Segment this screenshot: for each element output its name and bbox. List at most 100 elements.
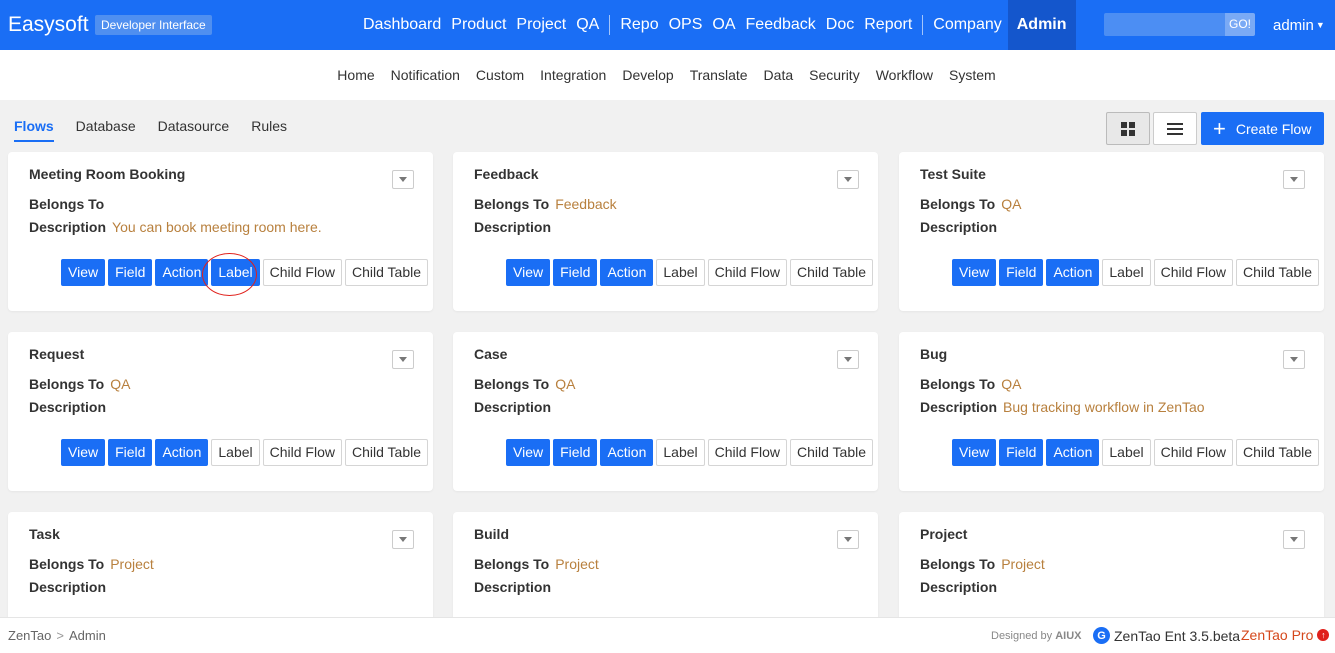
label-button[interactable]: Label: [1102, 439, 1151, 466]
flow-card-menu-button[interactable]: [392, 530, 414, 549]
grid-view-button[interactable]: [1106, 112, 1150, 145]
label-button[interactable]: Label: [1102, 259, 1151, 286]
nav-item-doc[interactable]: Doc: [821, 0, 859, 50]
developer-interface-badge[interactable]: Developer Interface: [95, 15, 212, 35]
child-flow-button[interactable]: Child Flow: [707, 259, 787, 286]
designer-name[interactable]: AIUX: [1055, 630, 1081, 642]
nav-item-company[interactable]: Company: [928, 0, 1006, 50]
child-flow-button[interactable]: Child Flow: [707, 439, 787, 466]
child-table-button[interactable]: Child Table: [790, 259, 874, 286]
subnav-item-notification[interactable]: Notification: [391, 50, 460, 100]
label-button[interactable]: Label: [211, 259, 260, 286]
label-button[interactable]: Label: [656, 259, 705, 286]
zentao-pro-link[interactable]: ZenTao Pro ↑: [1241, 627, 1330, 643]
flow-card-menu-button[interactable]: [392, 170, 414, 189]
view-button[interactable]: View: [506, 259, 551, 286]
child-flow-button[interactable]: Child Flow: [1153, 439, 1233, 466]
version-info[interactable]: G ZenTao Ent 3.5.beta: [1093, 627, 1240, 644]
subnav-item-data[interactable]: Data: [764, 50, 794, 100]
action-button[interactable]: Action: [155, 259, 209, 286]
child-table-button[interactable]: Child Table: [345, 259, 429, 286]
tab-datasource[interactable]: Datasource: [158, 117, 230, 142]
description-row: Description: [474, 579, 557, 595]
nav-item-repo[interactable]: Repo: [615, 0, 663, 50]
nav-item-project[interactable]: Project: [511, 0, 571, 50]
field-button[interactable]: Field: [108, 439, 153, 466]
field-button[interactable]: Field: [553, 439, 598, 466]
field-button[interactable]: Field: [999, 259, 1044, 286]
user-menu[interactable]: admin ▼: [1273, 15, 1325, 36]
tab-rules[interactable]: Rules: [251, 117, 287, 142]
create-flow-button[interactable]: + Create Flow: [1201, 112, 1324, 145]
field-button[interactable]: Field: [999, 439, 1044, 466]
nav-item-dashboard[interactable]: Dashboard: [358, 0, 446, 50]
label-button[interactable]: Label: [656, 439, 705, 466]
flow-card-title[interactable]: Feedback: [474, 166, 539, 182]
username: admin: [1273, 17, 1314, 34]
brand-logo[interactable]: Easysoft: [8, 12, 89, 38]
child-table-button[interactable]: Child Table: [345, 439, 429, 466]
action-button[interactable]: Action: [600, 439, 654, 466]
nav-item-report[interactable]: Report: [859, 0, 917, 50]
belongs-to-label: Belongs To: [29, 556, 105, 572]
flow-card-title[interactable]: Meeting Room Booking: [29, 166, 185, 182]
nav-item-feedback[interactable]: Feedback: [741, 0, 821, 50]
flow-card-title[interactable]: Build: [474, 526, 509, 542]
nav-item-qa[interactable]: QA: [571, 0, 604, 50]
view-button[interactable]: View: [61, 259, 106, 286]
view-button[interactable]: View: [952, 439, 997, 466]
flow-card-title[interactable]: Request: [29, 346, 84, 362]
view-button[interactable]: View: [61, 439, 106, 466]
view-button[interactable]: View: [506, 439, 551, 466]
child-flow-button[interactable]: Child Flow: [262, 259, 342, 286]
field-button[interactable]: Field: [108, 259, 153, 286]
breadcrumb-current[interactable]: Admin: [69, 628, 106, 643]
breadcrumb-root[interactable]: ZenTao: [8, 628, 51, 643]
belongs-to-label: Belongs To: [920, 376, 996, 392]
flow-card-menu-button[interactable]: [837, 350, 859, 369]
flow-card-menu-button[interactable]: [837, 170, 859, 189]
child-table-button[interactable]: Child Table: [1236, 259, 1320, 286]
subnav-item-develop[interactable]: Develop: [622, 50, 673, 100]
flow-card-menu-button[interactable]: [837, 530, 859, 549]
subnav-item-workflow[interactable]: Workflow: [876, 50, 933, 100]
caret-down-icon: [844, 177, 852, 182]
nav-item-oa[interactable]: OA: [707, 0, 740, 50]
flow-card-title[interactable]: Bug: [920, 346, 947, 362]
flow-card-title[interactable]: Project: [920, 526, 967, 542]
flow-card-title[interactable]: Test Suite: [920, 166, 986, 182]
action-button[interactable]: Action: [155, 439, 209, 466]
search-go-button[interactable]: GO!: [1225, 13, 1255, 36]
belongs-to-label: Belongs To: [920, 196, 996, 212]
tab-database[interactable]: Database: [76, 117, 136, 142]
nav-item-ops[interactable]: OPS: [664, 0, 708, 50]
subnav-item-translate[interactable]: Translate: [690, 50, 748, 100]
action-button[interactable]: Action: [600, 259, 654, 286]
action-button[interactable]: Action: [1046, 439, 1100, 466]
tab-flows[interactable]: Flows: [14, 117, 54, 142]
subnav-item-home[interactable]: Home: [337, 50, 374, 100]
subnav-item-system[interactable]: System: [949, 50, 996, 100]
subnav-item-integration[interactable]: Integration: [540, 50, 606, 100]
field-button[interactable]: Field: [553, 259, 598, 286]
nav-item-product[interactable]: Product: [446, 0, 511, 50]
flow-card-menu-button[interactable]: [1283, 350, 1305, 369]
action-button[interactable]: Action: [1046, 259, 1100, 286]
flow-card-title[interactable]: Case: [474, 346, 507, 362]
description-row: Description: [920, 579, 1003, 595]
flow-card-menu-button[interactable]: [1283, 170, 1305, 189]
view-button[interactable]: View: [952, 259, 997, 286]
flow-card-menu-button[interactable]: [1283, 530, 1305, 549]
child-table-button[interactable]: Child Table: [1236, 439, 1320, 466]
description-value: Bug tracking workflow in ZenTao: [1003, 399, 1205, 415]
subnav-item-custom[interactable]: Custom: [476, 50, 524, 100]
child-flow-button[interactable]: Child Flow: [262, 439, 342, 466]
child-table-button[interactable]: Child Table: [790, 439, 874, 466]
list-view-button[interactable]: [1153, 112, 1197, 145]
label-button[interactable]: Label: [211, 439, 260, 466]
flow-card-menu-button[interactable]: [392, 350, 414, 369]
subnav-item-security[interactable]: Security: [809, 50, 860, 100]
nav-item-admin[interactable]: Admin: [1007, 0, 1076, 50]
child-flow-button[interactable]: Child Flow: [1153, 259, 1233, 286]
flow-card-title[interactable]: Task: [29, 526, 60, 542]
